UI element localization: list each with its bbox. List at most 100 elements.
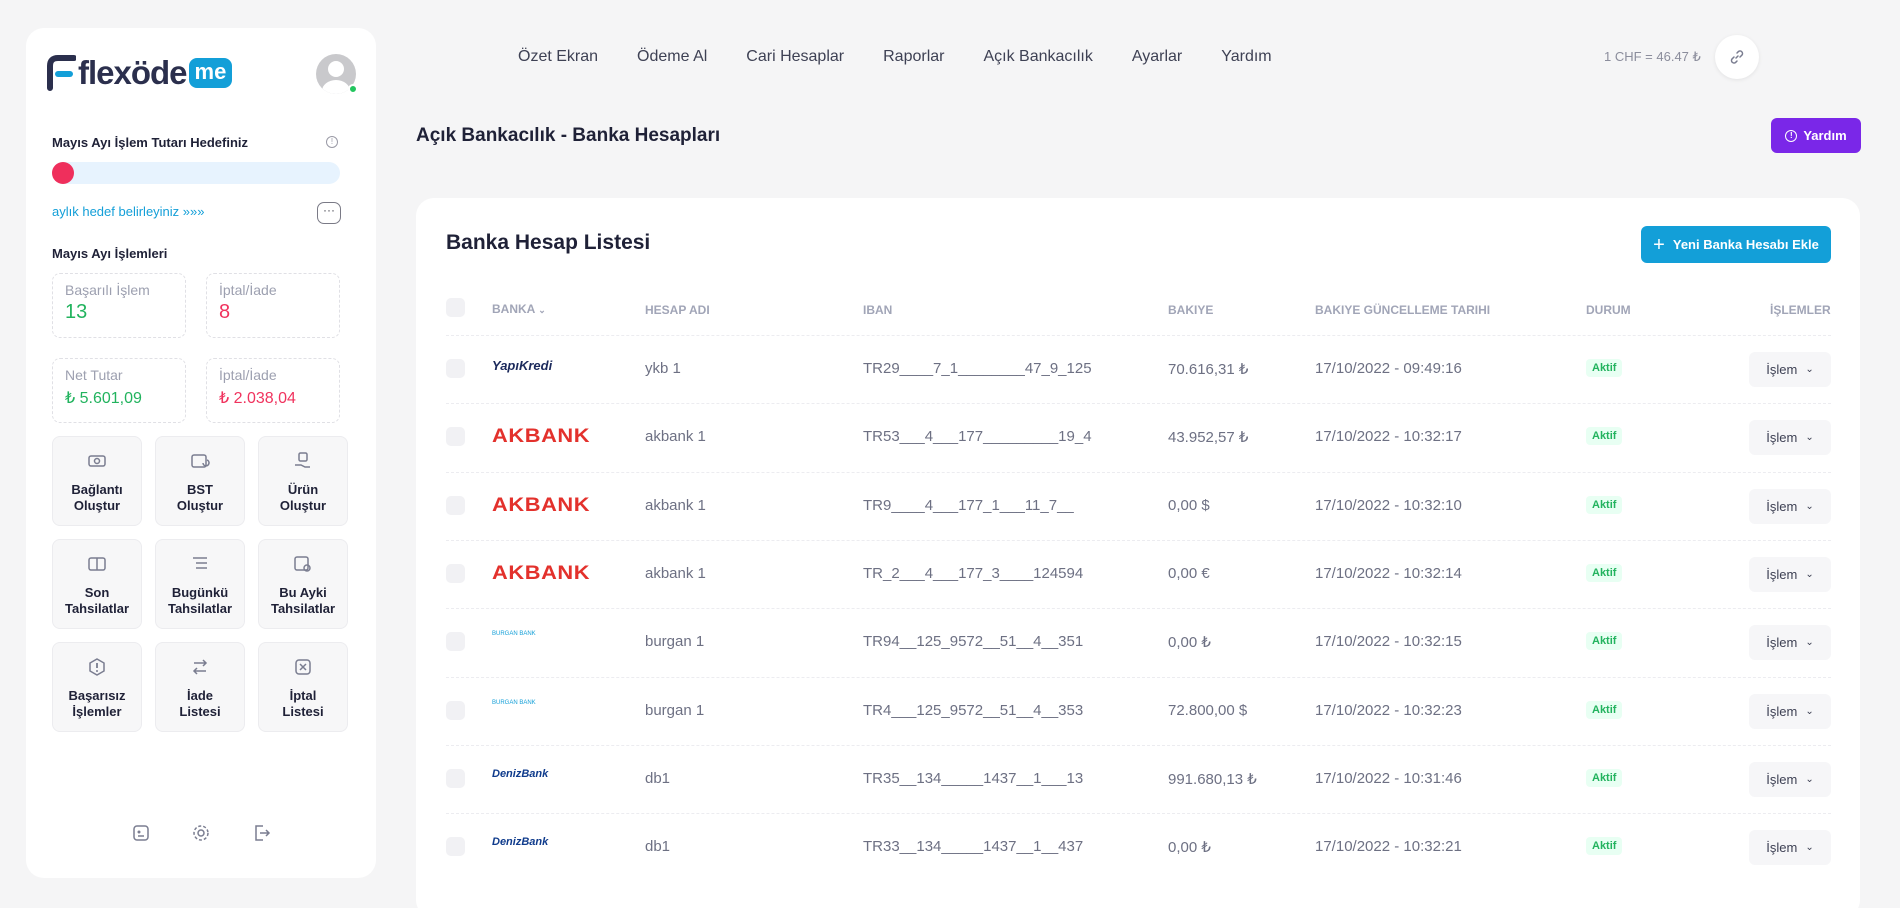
iban: TR94__125_9572__51__4__351: [863, 633, 1084, 651]
tile-refund-list[interactable]: İade Listesi: [155, 642, 245, 732]
action-label: İşlem: [1766, 566, 1798, 582]
column-header-iban: IBAN: [863, 303, 893, 317]
bank-logo: BURGAN BANK: [492, 700, 536, 706]
update-date: 17/10/2022 - 09:49:16: [1315, 360, 1462, 377]
swap-icon: [192, 659, 208, 675]
column-label: BANKA: [492, 302, 535, 316]
bank-name: AKBANK: [492, 494, 591, 516]
help-button[interactable]: ! Yardım: [1771, 118, 1861, 153]
row-checkbox[interactable]: [446, 632, 465, 652]
row-checkbox[interactable]: [446, 495, 465, 515]
tile-recent-collections[interactable]: Son Tahsilatlar: [52, 539, 142, 629]
row-action-button[interactable]: İşlem ⌄: [1749, 556, 1831, 592]
stat-net: Net Tutar ₺ 5.601,09: [52, 358, 186, 423]
balance: 72.800,00 $: [1168, 701, 1248, 719]
row-action-button[interactable]: İşlem ⌄: [1749, 625, 1831, 661]
iban: TR4___125_9572__51__4__353: [863, 701, 1084, 719]
stat-value: 8: [219, 301, 231, 323]
logout-icon[interactable]: [251, 823, 271, 843]
nav-item-reports[interactable]: Raporlar: [883, 48, 944, 66]
goal-progress-bar: [52, 162, 340, 184]
nav-item-accounts[interactable]: Cari Hesaplar: [746, 48, 844, 66]
tile-label: Bağlantı: [71, 482, 123, 497]
iban: TR35__134_____1437__1___13: [863, 769, 1084, 787]
nav-item-help[interactable]: Yardım: [1221, 48, 1271, 66]
row-action-button[interactable]: İşlem ⌄: [1749, 830, 1831, 866]
row-action-button[interactable]: İşlem ⌄: [1749, 693, 1831, 729]
action-label: İşlem: [1766, 635, 1798, 651]
stat-label: İptal/İade: [219, 282, 277, 298]
tile-today-collections[interactable]: Bugünkü Tahsilatlar: [155, 539, 245, 629]
row-action-button[interactable]: İşlem ⌄: [1749, 420, 1831, 456]
tile-label: Bu Ayki: [279, 585, 327, 600]
status-badge: Aktif: [1586, 495, 1623, 514]
tile-failed-transactions[interactable]: Başarısız İşlemler: [52, 642, 142, 732]
link-button[interactable]: [1715, 35, 1759, 79]
stat-value: ₺ 2.038,04: [219, 390, 296, 407]
bank-name: AKBANK: [492, 426, 591, 448]
chevron-down-icon: ⌄: [1805, 364, 1814, 375]
top-navigation: Özet Ekran Ödeme Al Cari Hesaplar Raporl…: [518, 48, 1272, 66]
brand-logo[interactable]: flexöde me: [46, 54, 233, 92]
iban: TR9____4___177_1___11_7__: [863, 496, 1074, 514]
action-label: İşlem: [1766, 840, 1798, 856]
warning-icon: [89, 658, 105, 676]
row-checkbox[interactable]: [446, 427, 465, 447]
bank-name: BURGAN BANK: [492, 631, 536, 638]
logo-mark-icon: [47, 55, 76, 91]
cancel-icon: [295, 659, 311, 675]
tile-cancel-list[interactable]: İptal Listesi: [258, 642, 348, 732]
bank-name: DenizBank: [492, 836, 549, 849]
column-header-bank[interactable]: BANKA ⌄: [492, 302, 546, 316]
nav-item-summary[interactable]: Özet Ekran: [518, 48, 598, 66]
more-options-button[interactable]: ···: [317, 202, 341, 224]
status-badge: Aktif: [1586, 632, 1623, 651]
row-action-button[interactable]: İşlem ⌄: [1749, 488, 1831, 524]
help-label: Yardım: [1803, 128, 1847, 143]
chevron-down-icon: ⌄: [1805, 432, 1814, 444]
status-badge: Aktif: [1586, 700, 1623, 719]
stat-label: Başarılı İşlem: [65, 282, 150, 298]
tile-label: Oluştur: [279, 498, 327, 513]
iban: TR33__134_____1437__1__437: [863, 838, 1084, 856]
row-checkbox[interactable]: [446, 837, 465, 857]
row-action-button[interactable]: İşlem ⌄: [1749, 352, 1831, 387]
update-date: 17/10/2022 - 10:32:14: [1315, 564, 1462, 582]
set-goal-link[interactable]: aylık hedef belirleyiniz »»»: [52, 204, 204, 219]
card-refresh-icon: [191, 454, 210, 468]
status-badge: Aktif: [1586, 768, 1623, 787]
profile-icon[interactable]: [131, 823, 151, 843]
balance: 70.616,31 ₺: [1168, 361, 1249, 378]
tile-month-collections[interactable]: Bu Ayki Tahsilatlar: [258, 539, 348, 629]
stat-value: ₺ 5.601,09: [65, 390, 142, 407]
column-header-update-date: BAKIYE GÜNCELLEME TARIHI: [1315, 303, 1491, 317]
row-checkbox[interactable]: [446, 768, 465, 788]
status-badge: Aktif: [1586, 563, 1623, 582]
tile-create-bst[interactable]: BST Oluştur: [155, 436, 245, 526]
chevron-down-icon: ⌄: [1805, 773, 1814, 785]
add-bank-account-button[interactable]: + Yeni Banka Hesabı Ekle: [1641, 226, 1831, 263]
tile-create-link[interactable]: Bağlantı Oluştur: [52, 436, 142, 526]
row-action-button[interactable]: İşlem ⌄: [1749, 761, 1831, 797]
nav-item-payment[interactable]: Ödeme Al: [637, 48, 707, 66]
product-hand-icon: [295, 452, 310, 468]
balance: 0,00 €: [1168, 564, 1210, 582]
settings-gear-icon[interactable]: [191, 823, 211, 843]
balance: 0,00 $: [1168, 496, 1210, 514]
info-icon[interactable]: !: [326, 136, 338, 148]
nav-item-open-banking[interactable]: Açık Bankacılık: [983, 48, 1092, 66]
account-name: db1: [645, 769, 671, 787]
select-all-checkbox[interactable]: [446, 298, 465, 317]
tile-create-product[interactable]: Ürün Oluştur: [258, 436, 348, 526]
bank-logo: AKBANK: [492, 426, 590, 448]
status-badge: Aktif: [1586, 427, 1623, 446]
tile-label: Son: [84, 585, 110, 600]
row-checkbox[interactable]: [446, 359, 465, 378]
row-checkbox[interactable]: [446, 563, 465, 583]
nav-item-settings[interactable]: Ayarlar: [1132, 48, 1182, 66]
row-checkbox[interactable]: [446, 700, 465, 720]
chevron-down-icon: ⌄: [1805, 500, 1814, 512]
bank-name: DenizBank: [492, 767, 549, 780]
balance: 991.680,13 ₺: [1168, 770, 1257, 788]
bank-logo: YapıKredi: [492, 358, 552, 373]
